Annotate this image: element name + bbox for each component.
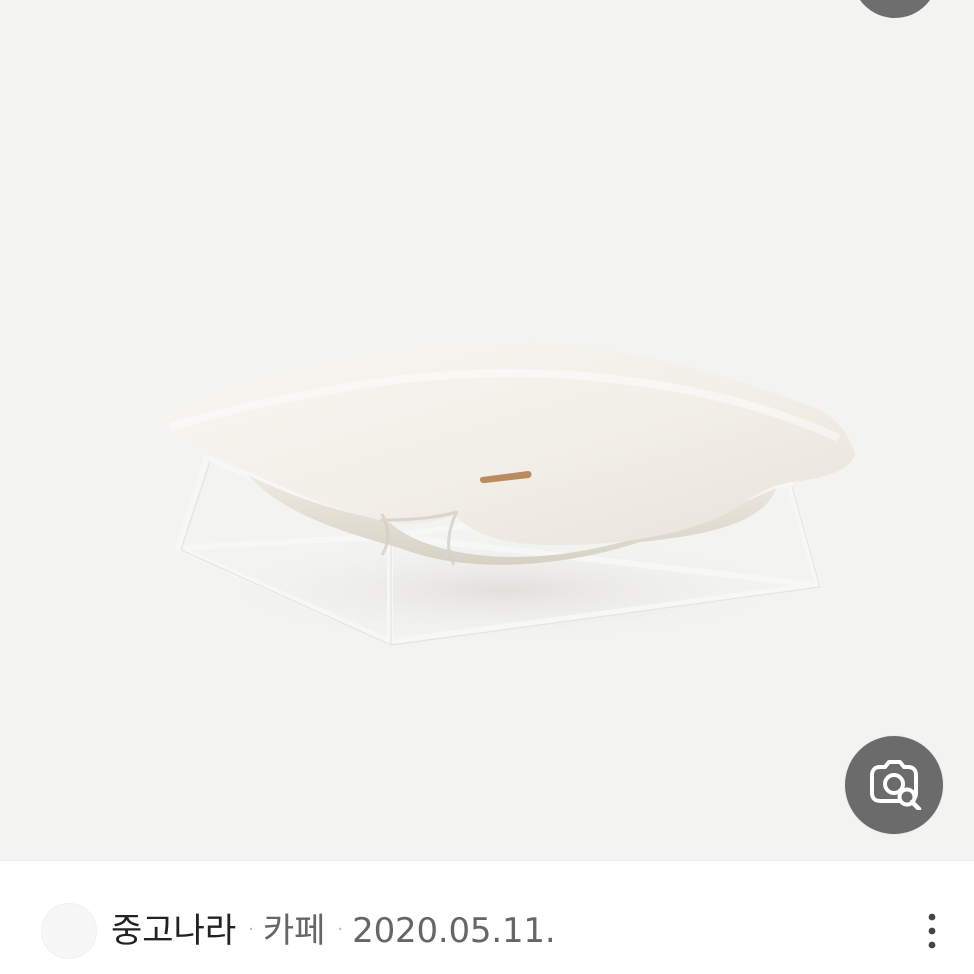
image-viewer[interactable]: [0, 0, 974, 860]
source-name[interactable]: 중고나라: [111, 909, 236, 953]
visual-search-button[interactable]: [845, 736, 943, 834]
more-options-button[interactable]: [915, 911, 949, 951]
result-meta-text: 중고나라 · 카페 · 2020.05.11.: [111, 909, 556, 953]
visual-search-icon: [870, 760, 922, 810]
divider: [0, 860, 974, 861]
product-photo[interactable]: [0, 0, 974, 860]
source-type: 카페: [262, 911, 326, 951]
publish-date: 2020.05.11.: [352, 911, 556, 951]
source-avatar[interactable]: [41, 903, 97, 959]
more-vertical-icon: [928, 913, 936, 949]
search-result-card: 중고나라 · 카페 · 2020.05.11.: [0, 0, 974, 974]
separator-dot: ·: [248, 919, 254, 940]
separator-dot: ·: [337, 919, 344, 940]
result-meta-row: 중고나라 · 카페 · 2020.05.11.: [0, 862, 974, 974]
